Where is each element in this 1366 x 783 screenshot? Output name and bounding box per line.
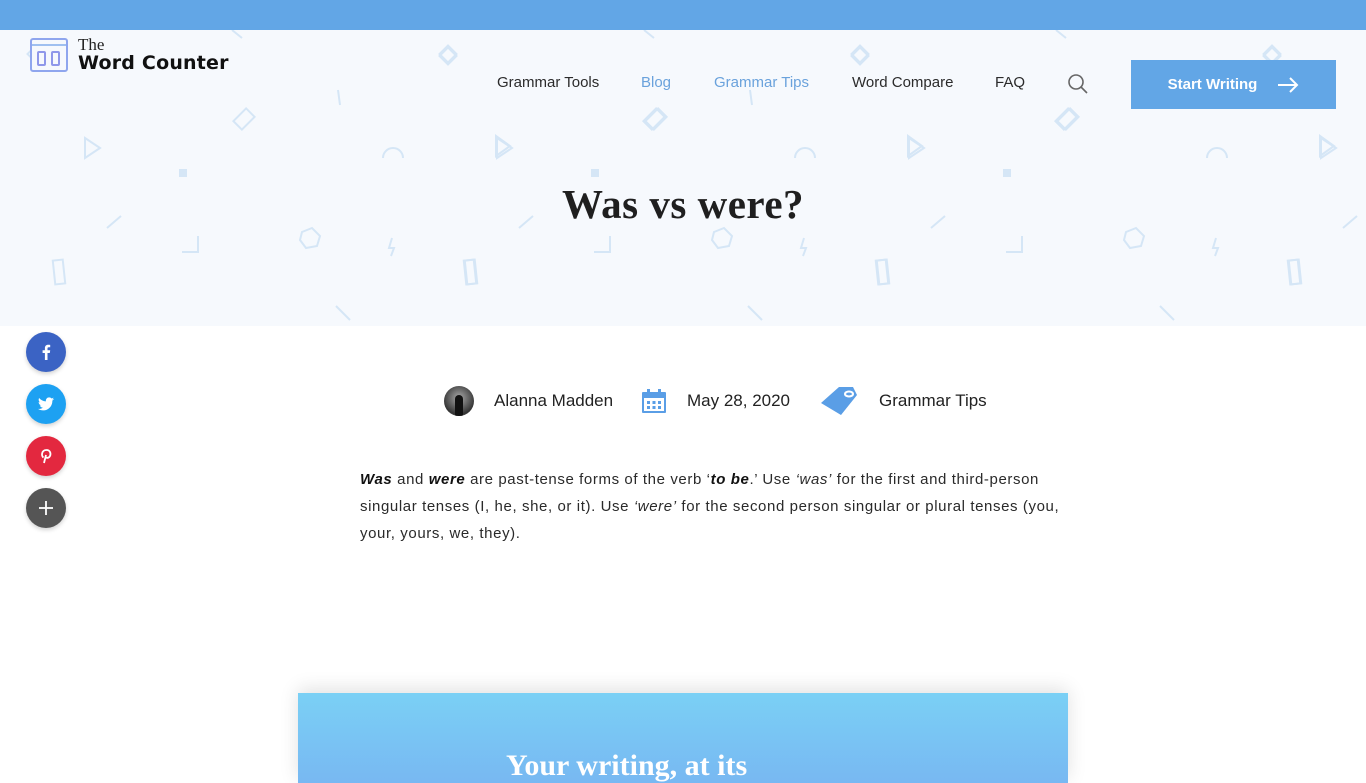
- pinterest-icon: [41, 449, 52, 464]
- logo-line-word-counter: Word Counter: [78, 52, 229, 74]
- term-to-be: to be: [710, 471, 750, 488]
- meta-author[interactable]: Alanna Madden: [444, 384, 613, 418]
- promo-card: Your writing, at its: [298, 693, 1068, 783]
- start-writing-label: Start Writing: [1167, 76, 1258, 93]
- nav-grammar-tools[interactable]: Grammar Tools: [497, 74, 599, 91]
- author-name: Alanna Madden: [494, 391, 614, 410]
- nav-word-compare[interactable]: Word Compare: [852, 74, 953, 91]
- logo-icon: [30, 37, 68, 72]
- logo-line-the: The: [78, 35, 105, 54]
- facebook-icon: [42, 344, 51, 360]
- text-segment: and: [392, 471, 429, 488]
- share-facebook-button[interactable]: [26, 332, 66, 372]
- site-logo[interactable]: The Word Counter: [30, 36, 229, 73]
- share-more-button[interactable]: [26, 488, 66, 528]
- text-segment: are past-tense forms of the verb ‘: [465, 471, 711, 488]
- tag-icon: [821, 387, 857, 415]
- text-segment: .’ Use: [749, 471, 796, 488]
- term-was-quoted: ‘was’: [795, 471, 832, 488]
- author-avatar: [444, 386, 474, 416]
- nav-blog[interactable]: Blog: [641, 74, 671, 91]
- search-icon[interactable]: [1066, 72, 1090, 96]
- term-was: Was: [360, 471, 393, 488]
- promo-headline: Your writing, at its: [506, 749, 748, 782]
- page-title: Was vs were?: [561, 181, 805, 227]
- term-were-quoted: ‘were’: [633, 498, 677, 515]
- plus-icon: [39, 501, 53, 515]
- article-intro: Was and were are past-tense forms of the…: [360, 466, 1070, 547]
- nav-faq[interactable]: FAQ: [995, 74, 1025, 91]
- meta-category[interactable]: Grammar Tips: [819, 384, 987, 418]
- nav-grammar-tips[interactable]: Grammar Tips: [714, 74, 809, 91]
- arrow-right-icon: [1278, 76, 1299, 93]
- publish-date: May 28, 2020: [687, 391, 791, 410]
- term-were: were: [428, 471, 466, 488]
- category-link: Grammar Tips: [879, 391, 987, 410]
- calendar-icon: [642, 389, 666, 413]
- meta-date: May 28, 2020: [641, 384, 790, 418]
- top-bar: [0, 0, 1366, 30]
- start-writing-button[interactable]: Start Writing: [1131, 60, 1336, 109]
- article-meta: Alanna Madden May 28, 2020 Grammar Tips: [0, 384, 1366, 418]
- share-pinterest-button[interactable]: [26, 436, 66, 476]
